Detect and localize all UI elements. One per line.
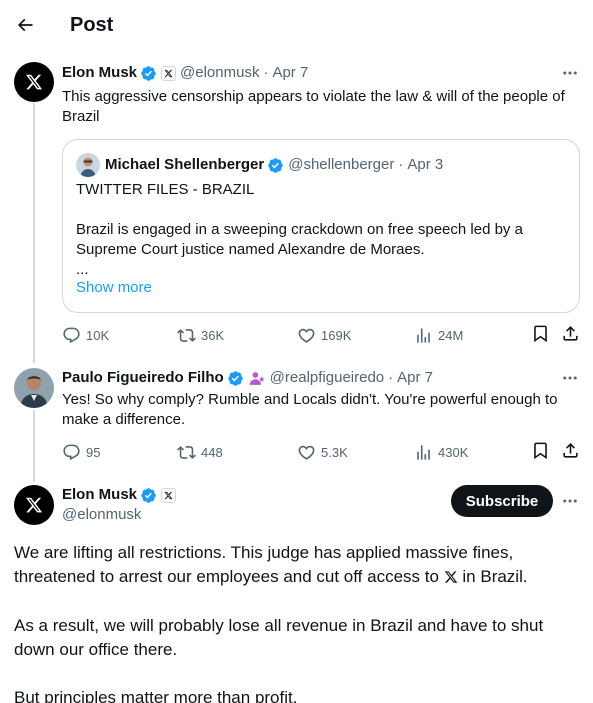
quoted-text-line: ... bbox=[76, 261, 89, 278]
author-name[interactable]: Elon Musk bbox=[62, 63, 137, 83]
author-name[interactable]: Elon Musk bbox=[62, 485, 137, 505]
quoted-author-name: Michael Shellenberger bbox=[105, 156, 265, 173]
reply-icon bbox=[63, 444, 80, 460]
share-icon bbox=[563, 326, 578, 341]
tweet-date[interactable]: Apr 7 bbox=[397, 368, 433, 388]
main-tweet-text-segment: in Brazil. bbox=[457, 567, 528, 586]
repost-icon bbox=[177, 328, 196, 342]
page-title: Post bbox=[70, 14, 114, 36]
avatar[interactable] bbox=[14, 485, 54, 525]
bookmark-icon bbox=[534, 442, 547, 460]
reply-count: 10K bbox=[86, 327, 110, 343]
back-arrow-icon[interactable] bbox=[12, 12, 38, 38]
author-name[interactable]: Paulo Figueiredo Filho bbox=[62, 368, 224, 388]
subscribe-button[interactable]: Subscribe bbox=[451, 485, 553, 517]
main-tweet-text-segment: threatened to arrest our employees and c… bbox=[14, 567, 444, 586]
thread-connector bbox=[33, 410, 35, 482]
like-count: 169K bbox=[321, 327, 352, 343]
main-tweet-line: threatened to arrest our employees and c… bbox=[14, 565, 579, 589]
repost-count: 36K bbox=[201, 327, 225, 343]
repost-button[interactable]: 36K bbox=[177, 324, 224, 346]
more-options-icon[interactable] bbox=[558, 491, 582, 511]
like-button[interactable]: 169K bbox=[297, 324, 351, 346]
verified-badge-icon bbox=[268, 157, 283, 173]
bookmark-icon bbox=[534, 325, 547, 343]
avatar[interactable] bbox=[14, 62, 54, 102]
reply-button[interactable]: 10K bbox=[62, 324, 109, 346]
main-tweet-paragraph: But principles matter more than profit. bbox=[14, 686, 579, 703]
main-tweet-paragraph: We are lifting all restrictions. This ju… bbox=[14, 541, 579, 589]
thread-connector bbox=[33, 103, 35, 363]
like-count: 5.3K bbox=[321, 444, 348, 460]
views-button[interactable]: 430K bbox=[414, 441, 468, 463]
verified-badge-icon bbox=[141, 65, 156, 81]
affiliation-x-icon bbox=[161, 65, 177, 81]
views-button[interactable]: 24M bbox=[414, 324, 463, 346]
separator-dot: · bbox=[398, 156, 404, 173]
tweet-text-line: This aggressive censorship appears to vi… bbox=[62, 88, 565, 105]
views-chart-icon bbox=[417, 444, 430, 460]
main-tweet-line: We are lifting all restrictions. This ju… bbox=[14, 543, 514, 562]
tweet-author-row: Paulo Figueiredo Filho @realpfigueiredo … bbox=[62, 368, 433, 388]
author-handle[interactable]: @realpfigueiredo bbox=[270, 368, 384, 388]
main-tweet-line: But principles matter more than profit. bbox=[14, 688, 298, 703]
main-tweet-paragraph: As a result, we will probably lose all r… bbox=[14, 614, 579, 662]
author-handle-row: @elonmusk bbox=[62, 505, 141, 525]
separator-dot: · bbox=[263, 64, 269, 81]
author-handle[interactable]: @elonmusk bbox=[180, 63, 259, 83]
tweet-actions: 10K 36K 169K 24M bbox=[62, 324, 581, 346]
quoted-author-row: Michael Shellenberger @shellenberger · A… bbox=[76, 153, 443, 177]
tweet-text: This aggressive censorship appears to vi… bbox=[62, 87, 582, 127]
tweet-date[interactable]: Apr 7 bbox=[272, 63, 308, 83]
verified-badge-icon bbox=[227, 370, 243, 386]
views-count: 24M bbox=[438, 327, 464, 343]
x-logo-icon bbox=[25, 74, 43, 90]
heart-icon bbox=[298, 445, 315, 460]
tweet-author-row: Elon Musk @elonmusk · Apr 7 bbox=[62, 63, 308, 83]
verified-badge-icon bbox=[141, 487, 156, 503]
show-more-link[interactable]: Show more bbox=[76, 279, 152, 296]
views-chart-icon bbox=[417, 327, 430, 343]
quoted-tweet[interactable]: Michael Shellenberger @shellenberger · A… bbox=[62, 139, 580, 313]
author-handle[interactable]: @elonmusk bbox=[62, 505, 141, 525]
repost-button[interactable]: 448 bbox=[177, 441, 223, 463]
tweet-actions: 95 448 5.3K 430K bbox=[62, 441, 581, 463]
tweet-author-row: Elon Musk bbox=[62, 485, 177, 505]
reply-count: 95 bbox=[86, 444, 101, 460]
more-options-icon[interactable] bbox=[558, 368, 582, 388]
share-button[interactable] bbox=[561, 324, 580, 343]
main-tweet-line: As a result, we will probably lose all r… bbox=[14, 616, 544, 635]
affiliation-x-icon bbox=[161, 487, 177, 503]
avatar[interactable] bbox=[14, 368, 54, 408]
more-options-icon[interactable] bbox=[558, 63, 582, 83]
tweet-text: Yes! So why comply? Rumble and Locals di… bbox=[62, 390, 582, 430]
separator-dot: · bbox=[388, 369, 394, 386]
share-icon bbox=[563, 443, 578, 458]
tweet-text-line: Yes! So why comply? Rumble and Locals di… bbox=[62, 391, 558, 408]
quoted-date: Apr 3 bbox=[407, 156, 444, 173]
tweet-text-line: make a difference. bbox=[62, 411, 186, 428]
tweet-text-line: Brazil bbox=[62, 108, 100, 125]
views-count: 430K bbox=[438, 444, 469, 460]
quoted-author-handle: @shellenberger bbox=[288, 156, 395, 173]
quoted-text-line: Brazil is engaged in a sweeping crackdow… bbox=[76, 221, 523, 238]
x-logo-icon bbox=[444, 571, 457, 583]
repost-icon bbox=[177, 445, 196, 459]
x-logo-icon bbox=[25, 497, 43, 513]
quoted-avatar bbox=[76, 153, 100, 177]
heart-icon bbox=[298, 328, 315, 343]
page-header: Post bbox=[0, 0, 593, 50]
bookmark-button[interactable] bbox=[531, 324, 550, 343]
reply-button[interactable]: 95 bbox=[62, 441, 100, 463]
share-button[interactable] bbox=[561, 441, 580, 460]
repost-count: 448 bbox=[201, 444, 223, 460]
quoted-text-line: Supreme Court justice named Alexandre de… bbox=[76, 241, 425, 258]
reply-icon bbox=[63, 327, 80, 343]
quoted-text-line: TWITTER FILES - BRAZIL bbox=[76, 181, 255, 198]
affiliation-people-icon bbox=[249, 371, 265, 385]
main-tweet-line: down our office there. bbox=[14, 640, 178, 659]
bookmark-button[interactable] bbox=[531, 441, 550, 460]
like-button[interactable]: 5.3K bbox=[297, 441, 348, 463]
